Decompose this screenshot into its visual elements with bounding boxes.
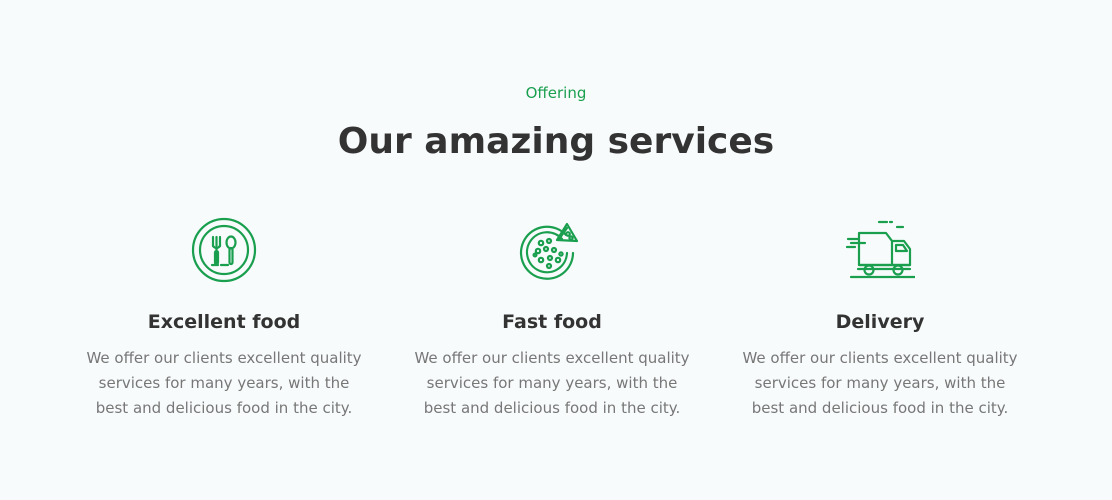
- service-card-excellent-food: Excellent food We offer our clients exce…: [60, 212, 388, 452]
- service-description: We offer our clients excellent quality s…: [86, 349, 362, 417]
- service-card-delivery: Delivery We offer our clients excellent …: [716, 212, 1044, 452]
- service-card-fast-food: Fast food We offer our clients excellent…: [388, 212, 716, 452]
- service-title: Excellent food: [147, 311, 301, 333]
- delivery-truck-icon: [842, 212, 918, 288]
- pizza-icon: [514, 212, 590, 288]
- service-title: Delivery: [835, 311, 925, 333]
- fork-spoon-icon: [186, 212, 262, 288]
- service-description: We offer our clients excellent quality s…: [742, 349, 1018, 417]
- services-section: Offering Our amazing services Excellent …: [0, 0, 1112, 500]
- services-list: Excellent food We offer our clients exce…: [60, 212, 1044, 452]
- service-description: We offer our clients excellent quality s…: [414, 349, 690, 417]
- service-title: Fast food: [502, 311, 602, 333]
- section-eyebrow: Offering: [525, 84, 587, 102]
- section-title: Our amazing services: [337, 121, 775, 162]
